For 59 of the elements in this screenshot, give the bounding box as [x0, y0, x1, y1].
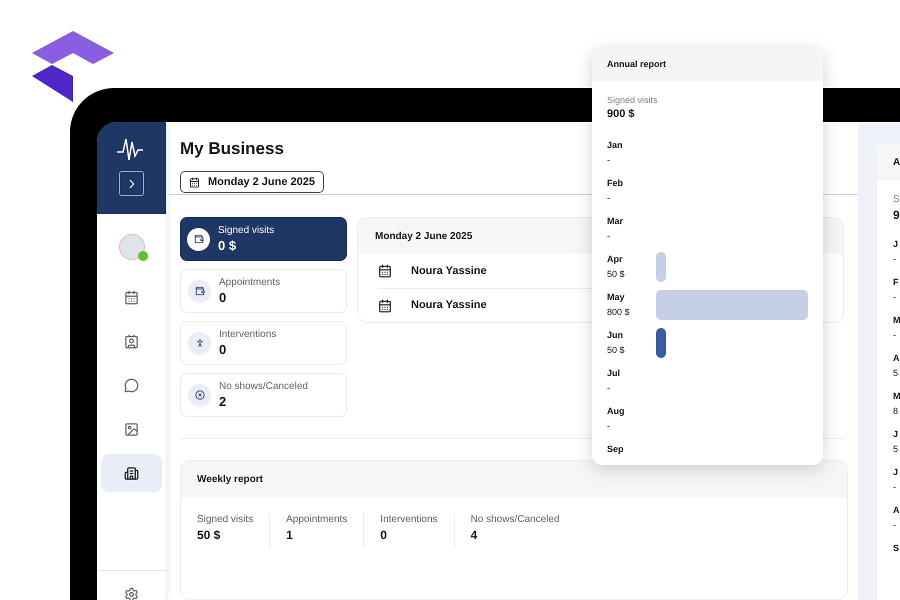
- month-label: M: [893, 314, 900, 327]
- month-label: J: [893, 238, 900, 251]
- month-label: S: [893, 542, 900, 555]
- month-value: -: [893, 291, 897, 304]
- card-title: A: [893, 156, 900, 170]
- weekly-stat-label: Signed visits: [197, 513, 254, 526]
- month-label: A: [893, 352, 900, 365]
- weekly-stat-label: No shows/Canceled: [470, 513, 560, 526]
- summary-label: Signed visits: [607, 94, 659, 107]
- month-value: 8: [893, 405, 900, 418]
- month-value: -: [607, 192, 611, 205]
- weekly-stat-value: 0: [380, 527, 388, 544]
- month-value: 50 $: [607, 344, 626, 357]
- month-label: Sep: [607, 443, 625, 456]
- stat-value: 2: [219, 392, 228, 410]
- month-value: 800 $: [607, 306, 631, 319]
- weekly-stat-value: 50 $: [197, 527, 222, 544]
- stat-value: 0 $: [218, 236, 238, 254]
- month-label: Aug: [607, 405, 626, 418]
- month-label: J: [893, 428, 900, 441]
- weekly-stat-label: Appointments: [286, 513, 348, 526]
- stat-value: 0: [219, 288, 228, 306]
- month-value: 50 $: [607, 268, 626, 281]
- month-label: Feb: [607, 177, 624, 190]
- stat-label: Appointments: [219, 276, 280, 288]
- month-value: -: [607, 382, 611, 395]
- month-label: F: [893, 276, 900, 289]
- summary-value: 9: [893, 207, 900, 223]
- month-value: -: [607, 154, 611, 167]
- stat-label: Interventions: [219, 328, 276, 340]
- weekly-report-title: Weekly report: [197, 473, 263, 487]
- month-label: Jul: [607, 367, 622, 380]
- month-label: M: [893, 390, 900, 403]
- month-value: -: [893, 519, 897, 532]
- summary-value: 900 $: [607, 107, 636, 122]
- month-label: Jun: [607, 329, 624, 342]
- page-title: My Business: [180, 139, 284, 159]
- month-label: Apr: [607, 253, 624, 266]
- month-label: Mar: [607, 215, 624, 228]
- month-value: -: [607, 230, 611, 243]
- month-label: May: [607, 291, 626, 304]
- month-value: -: [893, 253, 897, 266]
- popup-title: Annual report: [607, 58, 666, 71]
- stat-label: Signed visits: [218, 224, 274, 236]
- stat-value: 0: [219, 340, 228, 358]
- month-label: A: [893, 504, 900, 517]
- month-value: 5: [893, 443, 900, 456]
- month-value: 5: [893, 367, 900, 380]
- stat-label: No shows/Canceled: [219, 380, 308, 392]
- month-value: -: [893, 329, 897, 342]
- month-value: -: [607, 420, 611, 433]
- month-value: -: [893, 481, 897, 494]
- month-label: J: [893, 466, 900, 479]
- month-label: Jan: [607, 139, 624, 152]
- summary-label: S: [893, 193, 900, 207]
- weekly-stat-value: 4: [470, 527, 478, 544]
- weekly-stat-label: Interventions: [380, 513, 438, 526]
- weekly-stat-value: 1: [286, 527, 294, 544]
- day-card-title: Monday 2 June 2025: [375, 230, 472, 244]
